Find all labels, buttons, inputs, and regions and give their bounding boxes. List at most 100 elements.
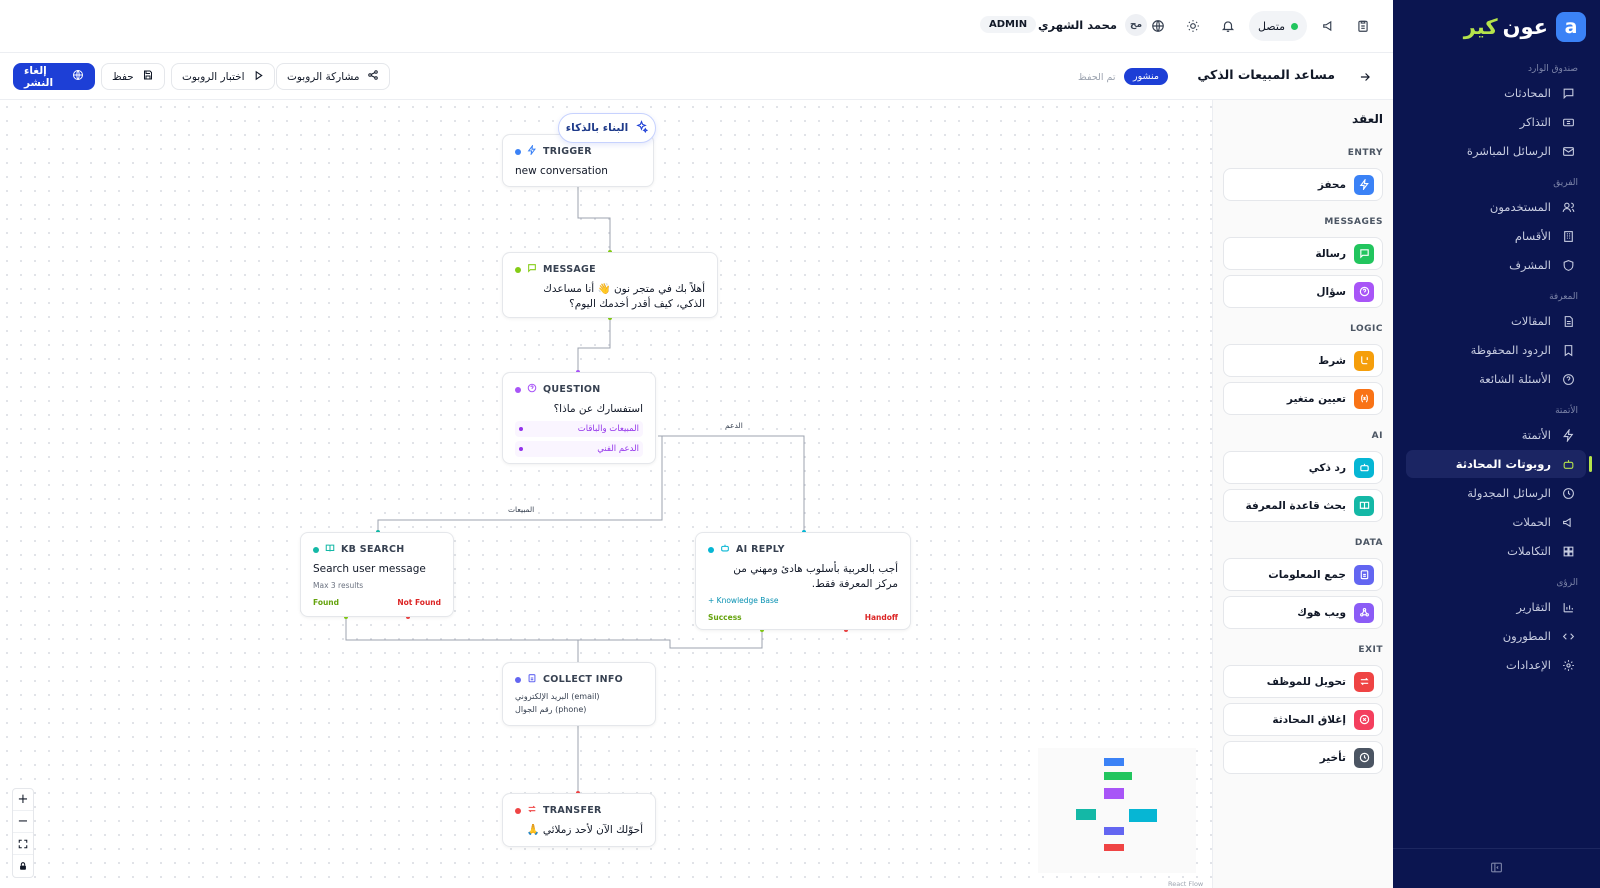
sidebar-item-saved-replies[interactable]: الردود المحفوظة bbox=[1406, 336, 1586, 364]
brand-logo[interactable]: عون كير a bbox=[1464, 12, 1586, 42]
sidebar-item-scheduled-messages[interactable]: الرسائل المجدولة bbox=[1406, 479, 1586, 507]
role-badge: ADMIN bbox=[980, 16, 1037, 33]
palette-section-entry: ENTRY bbox=[1347, 148, 1383, 158]
megaphone-icon[interactable] bbox=[1318, 15, 1340, 37]
save-icon bbox=[142, 69, 154, 84]
collapse-sidebar-icon[interactable] bbox=[1490, 859, 1503, 878]
node-dot bbox=[515, 148, 521, 155]
sidebar-item-label: التذاكر bbox=[1519, 115, 1551, 129]
transfer-icon bbox=[1354, 671, 1374, 692]
node-question[interactable]: QUESTION استفسارك عن ماذا؟ المبيعات والب… bbox=[502, 372, 656, 464]
flow-title[interactable]: مساعد المبيعات الذكي bbox=[1180, 67, 1335, 82]
sidebar-item-faq[interactable]: الأسئلة الشائعة bbox=[1406, 365, 1586, 393]
node-dot bbox=[708, 546, 714, 553]
test-bot-button[interactable]: اختبار الروبوت bbox=[171, 63, 275, 90]
palette-item-label: شرط bbox=[1318, 354, 1346, 367]
minimap[interactable] bbox=[1038, 748, 1196, 873]
online-status[interactable]: متصل bbox=[1249, 11, 1307, 41]
clock-icon bbox=[1354, 747, 1374, 768]
sidebar-item-label: روبوتات المحادثة bbox=[1455, 457, 1551, 471]
option-label: الدعم الفني bbox=[597, 444, 639, 454]
sidebar-item-automation[interactable]: الأتمتة bbox=[1406, 421, 1586, 449]
palette-item-delay[interactable]: تأخير bbox=[1223, 741, 1383, 774]
sidebar-item-conversations[interactable]: المحادثات bbox=[1406, 79, 1586, 107]
sidebar-item-label: الأقسام bbox=[1514, 229, 1551, 243]
palette-item-collect-info[interactable]: جمع المعلومات bbox=[1223, 558, 1383, 591]
nav-group-insights: الرؤى bbox=[1556, 578, 1578, 588]
node-header: AI REPLY bbox=[708, 543, 898, 556]
palette-item-transfer[interactable]: تحويل للموظف bbox=[1223, 665, 1383, 698]
sun-icon[interactable] bbox=[1182, 15, 1204, 37]
palette-section-messages: MESSAGES bbox=[1324, 217, 1383, 227]
zoom-in-button[interactable]: + bbox=[13, 789, 33, 811]
zoom-out-button[interactable]: − bbox=[13, 811, 33, 833]
node-outputs: Success Handoff bbox=[708, 613, 898, 622]
save-button[interactable]: حفظ bbox=[101, 63, 165, 90]
palette-item-kb-search[interactable]: بحث قاعدة المعرفة bbox=[1223, 489, 1383, 522]
online-status-label: متصل bbox=[1257, 19, 1286, 33]
palette-item-trigger[interactable]: محفز bbox=[1223, 168, 1383, 201]
back-arrow-icon[interactable] bbox=[1358, 69, 1374, 85]
sidebar-item-settings[interactable]: الإعدادات bbox=[1406, 651, 1586, 679]
bot-icon bbox=[1354, 457, 1374, 478]
chat-icon bbox=[527, 263, 537, 276]
sidebar-item-chatbots[interactable]: روبوتات المحادثة bbox=[1406, 450, 1592, 478]
sidebar-item-reports[interactable]: التقارير bbox=[1406, 593, 1586, 621]
saved-status: تم الحفظ bbox=[1078, 72, 1116, 83]
sidebar-item-tickets[interactable]: التذاكر bbox=[1406, 108, 1586, 136]
fit-view-button[interactable] bbox=[13, 833, 33, 855]
palette-item-label: رسالة bbox=[1315, 247, 1346, 260]
ai-build-button[interactable]: البناء بالذكاء bbox=[558, 113, 656, 143]
bell-icon[interactable] bbox=[1217, 15, 1239, 37]
palette-item-label: جمع المعلومات bbox=[1268, 568, 1346, 581]
clipboard-icon[interactable] bbox=[1352, 15, 1374, 37]
sidebar-item-campaigns[interactable]: الحملات bbox=[1406, 508, 1586, 536]
node-ai-reply[interactable]: AI REPLY أجب بالعربية بأسلوب هادئ ومهني … bbox=[695, 532, 911, 630]
output-not-found: Not Found bbox=[397, 598, 441, 607]
sidebar: عون كير a صندوق الوارد المحادثات التذاكر… bbox=[1393, 0, 1600, 888]
node-transfer[interactable]: TRANSFER أحوّلك الآن لأحد زملائي 🙏 bbox=[502, 793, 656, 847]
globe-icon[interactable] bbox=[1147, 15, 1169, 37]
palette-item-label: إغلاق المحادثة bbox=[1272, 713, 1346, 726]
palette-item-condition[interactable]: شرط bbox=[1223, 344, 1383, 377]
palette-item-close-conversation[interactable]: إغلاق المحادثة bbox=[1223, 703, 1383, 736]
sidebar-item-users[interactable]: المستخدمون bbox=[1406, 193, 1586, 221]
node-header: QUESTION bbox=[515, 383, 643, 396]
option-label: المبيعات والباقات bbox=[577, 424, 639, 434]
palette-item-ai-reply[interactable]: رد ذكي bbox=[1223, 451, 1383, 484]
node-type: MESSAGE bbox=[543, 264, 596, 275]
attribution[interactable]: React Flow bbox=[1168, 880, 1203, 888]
node-kb-search[interactable]: KB SEARCH Search user message Max 3 resu… bbox=[300, 532, 454, 617]
question-option[interactable]: الدعم الفني bbox=[515, 441, 643, 457]
bot-icon bbox=[1561, 457, 1576, 472]
palette-item-set-variable[interactable]: تعيين متغير bbox=[1223, 382, 1383, 415]
node-message[interactable]: MESSAGE أهلاً بك في متجر نون 👋 أنا مساعد… bbox=[502, 252, 718, 318]
node-header: COLLECT INFO bbox=[515, 673, 643, 686]
collect-field: رقم الجوال (phone) bbox=[515, 705, 587, 714]
minimap-node bbox=[1104, 758, 1124, 766]
sidebar-item-developers[interactable]: المطورون bbox=[1406, 622, 1586, 650]
sidebar-item-label: المحادثات bbox=[1504, 86, 1551, 100]
book-icon bbox=[325, 543, 335, 556]
palette-item-message[interactable]: رسالة bbox=[1223, 237, 1383, 270]
node-collect-info[interactable]: COLLECT INFO البريد الإلكتروني (email) ر… bbox=[502, 662, 656, 726]
lock-button[interactable] bbox=[13, 855, 33, 877]
question-option[interactable]: المبيعات والباقات bbox=[515, 421, 643, 437]
palette-item-webhook[interactable]: ويب هوك bbox=[1223, 596, 1383, 629]
option-handle[interactable] bbox=[519, 427, 523, 431]
bolt-icon bbox=[1561, 428, 1576, 443]
share-bot-button[interactable]: مشاركة الروبوت bbox=[276, 63, 391, 90]
palette-item-question[interactable]: سؤال bbox=[1223, 275, 1383, 308]
sidebar-item-departments[interactable]: الأقسام bbox=[1406, 222, 1586, 250]
sidebar-item-direct-messages[interactable]: الرسائل المباشرة bbox=[1406, 137, 1586, 165]
sidebar-item-supervisor[interactable]: المشرف bbox=[1406, 251, 1586, 279]
option-handle[interactable] bbox=[519, 447, 523, 451]
sidebar-item-articles[interactable]: المقالات bbox=[1406, 307, 1586, 335]
unpublish-button[interactable]: إلغاء النشر bbox=[13, 63, 95, 90]
topbar: متصل محمد الشهري مح ADMIN bbox=[0, 0, 1393, 53]
sidebar-item-integrations[interactable]: التكاملات bbox=[1406, 537, 1586, 565]
flow-canvas[interactable]: الدعم المبيعات TRIGGER new conversation … bbox=[0, 100, 1212, 888]
bot-icon bbox=[720, 543, 730, 556]
lock-icon bbox=[20, 862, 26, 870]
user-menu[interactable]: محمد الشهري مح bbox=[1038, 14, 1148, 36]
